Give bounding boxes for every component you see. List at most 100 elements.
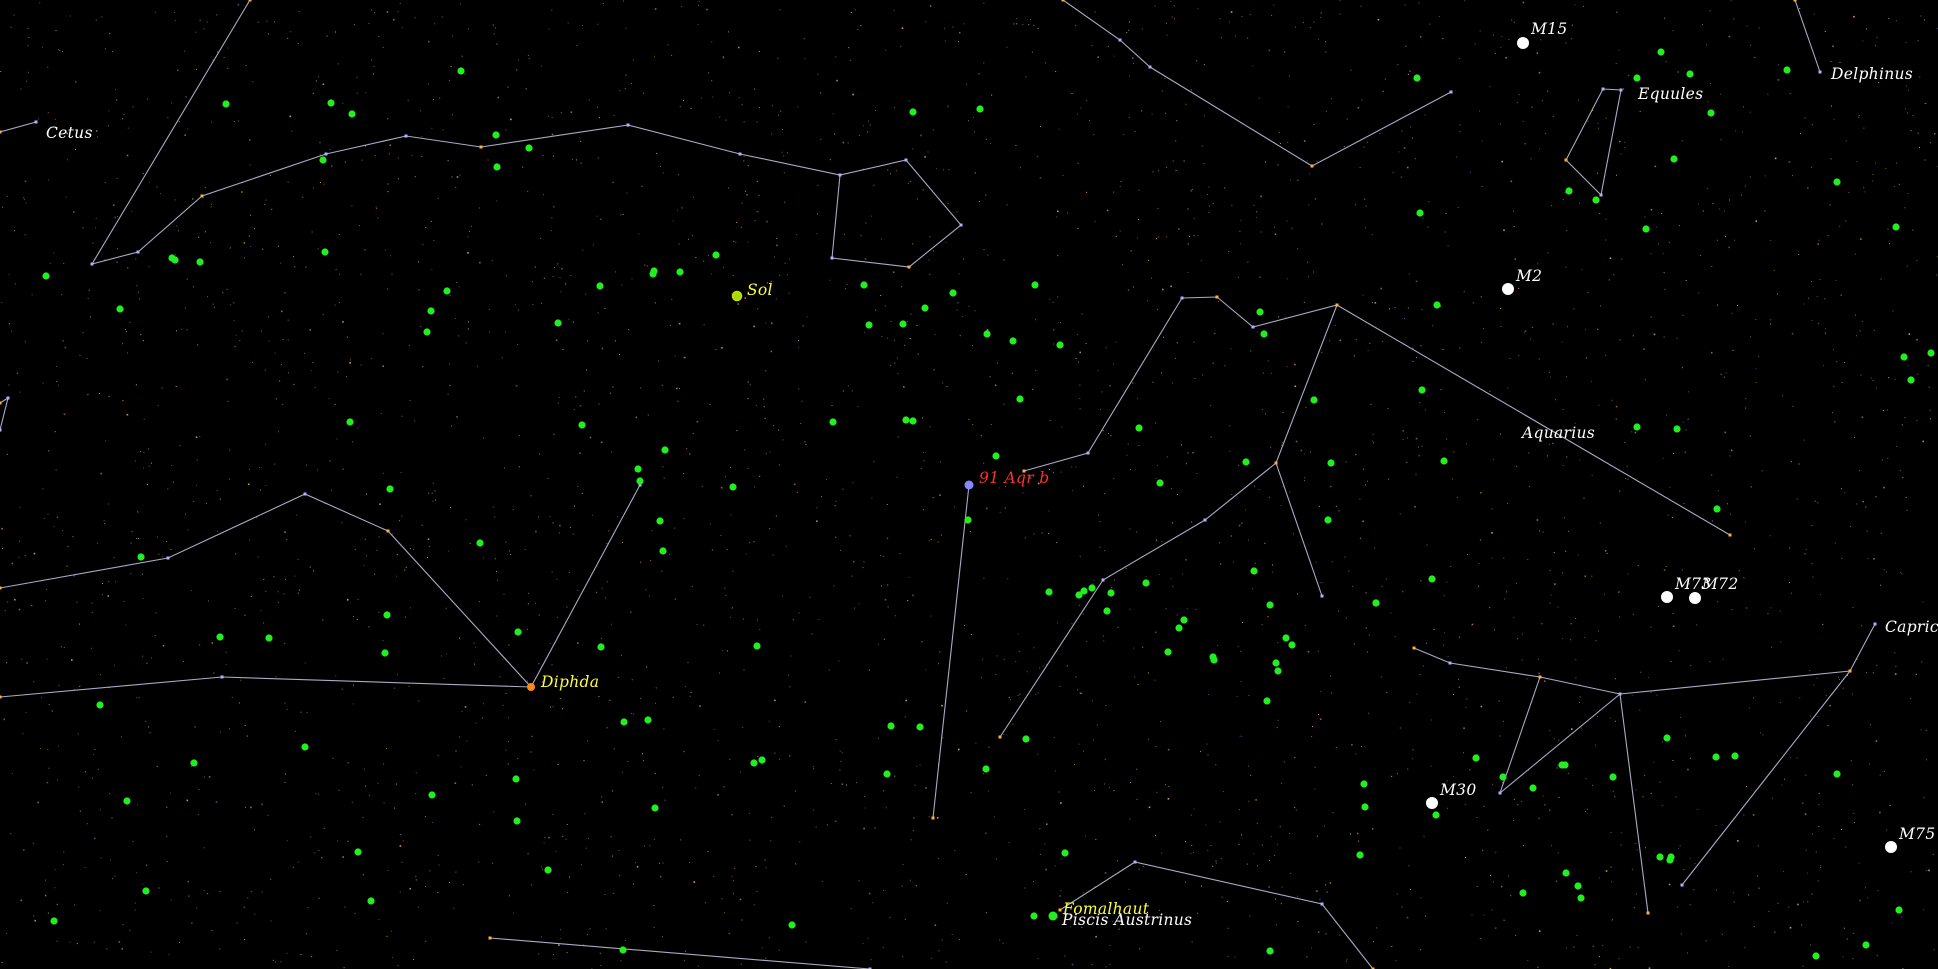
exoplanet-host-star[interactable]	[1642, 225, 1650, 233]
exoplanet-host-star[interactable]	[321, 248, 329, 256]
exoplanet-host-star[interactable]	[1562, 869, 1570, 877]
exoplanet-host-star[interactable]	[656, 517, 664, 525]
exoplanet-host-star[interactable]	[1663, 734, 1671, 742]
exoplanet-host-star[interactable]	[1833, 178, 1841, 186]
exoplanet-host-star[interactable]	[1310, 396, 1318, 404]
exoplanet-host-star[interactable]	[1472, 754, 1480, 762]
exoplanet-host-star[interactable]	[1592, 196, 1600, 204]
exoplanet-host-star[interactable]	[887, 722, 895, 730]
exoplanet-host-star[interactable]	[1812, 952, 1820, 960]
exoplanet-host-star[interactable]	[1440, 457, 1448, 465]
exoplanet-host-star[interactable]	[712, 251, 720, 259]
exoplanet-host-star[interactable]	[860, 281, 868, 289]
exoplanet-host-star[interactable]	[222, 100, 230, 108]
exoplanet-host-star[interactable]	[788, 921, 796, 929]
exoplanet-host-star[interactable]	[644, 716, 652, 724]
exoplanet-host-star[interactable]	[1833, 770, 1841, 778]
exoplanet-host-star[interactable]	[1056, 341, 1064, 349]
exoplanet-host-star[interactable]	[123, 797, 131, 805]
exoplanet-host-star[interactable]	[909, 417, 917, 425]
exoplanet-host-star[interactable]	[1372, 599, 1380, 607]
messier-object-m15[interactable]	[1517, 37, 1529, 49]
exoplanet-host-star[interactable]	[1361, 803, 1369, 811]
exoplanet-host-star[interactable]	[96, 701, 104, 709]
exoplanet-host-star[interactable]	[1266, 947, 1274, 955]
exoplanet-host-star[interactable]	[513, 817, 521, 825]
exoplanet-host-star[interactable]	[916, 723, 924, 731]
exoplanet-host-star[interactable]	[753, 642, 761, 650]
exoplanet-host-star[interactable]	[514, 628, 522, 636]
exoplanet-host-star[interactable]	[348, 110, 356, 118]
exoplanet-host-star[interactable]	[1519, 889, 1527, 897]
exoplanet-host-star[interactable]	[554, 319, 562, 327]
exoplanet-host-star[interactable]	[383, 611, 391, 619]
exoplanet-host-star[interactable]	[1274, 667, 1282, 675]
exoplanet-host-star[interactable]	[1633, 423, 1641, 431]
exoplanet-host-star[interactable]	[649, 270, 657, 278]
exoplanet-host-star[interactable]	[596, 282, 604, 290]
selected-star-icon[interactable]	[964, 480, 974, 490]
exoplanet-host-star[interactable]	[1061, 849, 1069, 857]
exoplanet-host-star[interactable]	[1713, 505, 1721, 513]
exoplanet-host-star[interactable]	[216, 633, 224, 641]
exoplanet-host-star[interactable]	[265, 634, 273, 642]
exoplanet-host-star[interactable]	[1282, 634, 1290, 642]
exoplanet-host-star[interactable]	[620, 718, 628, 726]
exoplanet-host-star[interactable]	[1673, 425, 1681, 433]
exoplanet-host-star[interactable]	[493, 163, 501, 171]
exoplanet-host-star[interactable]	[1707, 109, 1715, 117]
exoplanet-host-star[interactable]	[354, 848, 362, 856]
exoplanet-host-star[interactable]	[1413, 74, 1421, 82]
exoplanet-host-star[interactable]	[1907, 376, 1915, 384]
exoplanet-host-star[interactable]	[1657, 48, 1665, 56]
messier-object-m75[interactable]	[1885, 841, 1897, 853]
exoplanet-host-star[interactable]	[301, 743, 309, 751]
exoplanet-host-star[interactable]	[386, 485, 394, 493]
exoplanet-host-star[interactable]	[457, 67, 465, 75]
exoplanet-host-star[interactable]	[921, 304, 929, 312]
exoplanet-host-star[interactable]	[597, 643, 605, 651]
exoplanet-host-star[interactable]	[651, 804, 659, 812]
exoplanet-host-star[interactable]	[578, 421, 586, 429]
exoplanet-host-star[interactable]	[1263, 697, 1271, 705]
exoplanet-host-star[interactable]	[1862, 941, 1870, 949]
exoplanet-host-star[interactable]	[909, 108, 917, 116]
exoplanet-host-star[interactable]	[634, 465, 642, 473]
exoplanet-host-star[interactable]	[512, 775, 520, 783]
exoplanet-host-star[interactable]	[171, 256, 179, 264]
exoplanet-host-star[interactable]	[1256, 308, 1264, 316]
exoplanet-host-star[interactable]	[883, 770, 891, 778]
exoplanet-host-star[interactable]	[1574, 882, 1582, 890]
exoplanet-host-star[interactable]	[729, 483, 737, 491]
star-icon-diphda[interactable]	[527, 683, 535, 691]
exoplanet-host-star[interactable]	[750, 759, 758, 767]
star-icon-fomalhaut[interactable]	[1048, 911, 1058, 921]
exoplanet-host-star[interactable]	[1416, 209, 1424, 217]
messier-object-m73[interactable]	[1661, 591, 1673, 603]
messier-object-m30[interactable]	[1426, 797, 1438, 809]
exoplanet-host-star[interactable]	[367, 897, 375, 905]
exoplanet-host-star[interactable]	[899, 320, 907, 328]
exoplanet-host-star[interactable]	[619, 946, 627, 954]
exoplanet-host-star[interactable]	[1360, 780, 1368, 788]
exoplanet-host-star[interactable]	[1895, 906, 1903, 914]
exoplanet-host-star[interactable]	[1433, 301, 1441, 309]
exoplanet-host-star[interactable]	[443, 287, 451, 295]
exoplanet-host-star[interactable]	[1731, 752, 1739, 760]
exoplanet-host-star[interactable]	[1927, 349, 1935, 357]
exoplanet-host-star[interactable]	[1016, 395, 1024, 403]
exoplanet-host-star[interactable]	[1260, 330, 1268, 338]
exoplanet-host-star[interactable]	[50, 917, 58, 925]
exoplanet-host-star[interactable]	[1250, 567, 1258, 575]
exoplanet-host-star[interactable]	[1656, 853, 1664, 861]
exoplanet-host-star[interactable]	[1209, 653, 1217, 661]
exoplanet-host-star[interactable]	[1088, 584, 1096, 592]
exoplanet-host-star[interactable]	[1242, 458, 1250, 466]
exoplanet-host-star[interactable]	[1900, 353, 1908, 361]
exoplanet-host-star[interactable]	[1031, 281, 1039, 289]
exoplanet-host-star[interactable]	[982, 765, 990, 773]
exoplanet-host-star[interactable]	[1670, 155, 1678, 163]
exoplanet-host-star[interactable]	[1135, 424, 1143, 432]
exoplanet-host-star[interactable]	[544, 866, 552, 874]
exoplanet-host-star[interactable]	[992, 452, 1000, 460]
